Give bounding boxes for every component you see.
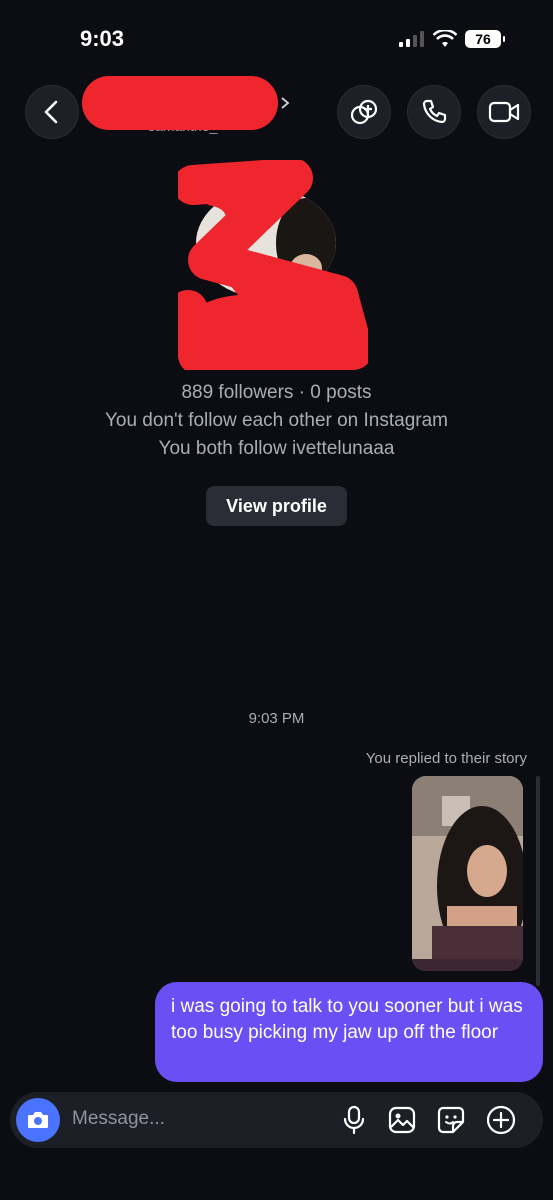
message-timestamp: 9:03 PM (248, 710, 305, 727)
profile-stats: 889 followers · 0 posts (181, 382, 372, 403)
video-camera-icon (488, 101, 520, 123)
microphone-icon (343, 1105, 365, 1135)
story-reply-label: You replied to their story (365, 750, 527, 767)
battery-indicator: 76 (465, 30, 505, 48)
chevron-right-icon[interactable] (280, 96, 290, 110)
sent-message-bubble[interactable]: i was going to talk to you sooner but i … (155, 982, 543, 1082)
phone-icon (422, 99, 447, 124)
voice-call-button[interactable] (407, 85, 461, 139)
add-people-button[interactable] (337, 85, 391, 139)
add-people-icon (350, 99, 378, 125)
camera-icon (28, 1112, 48, 1128)
message-input[interactable]: Message... (72, 1108, 165, 1130)
more-options-button[interactable] (484, 1103, 518, 1137)
cellular-signal-icon (399, 31, 424, 47)
sticker-button[interactable] (434, 1103, 468, 1137)
mutual-follow: You both follow ivettelunaaa (158, 438, 395, 459)
back-button[interactable] (25, 85, 79, 139)
wifi-icon (433, 30, 457, 47)
view-profile-button[interactable]: View profile (206, 486, 347, 526)
status-icons: 76 (399, 30, 505, 48)
status-time: 9:03 (80, 26, 125, 51)
scrollbar[interactable] (536, 776, 540, 986)
message-composer: Message... (10, 1092, 543, 1148)
avatar-redaction (178, 160, 368, 370)
gallery-button[interactable] (385, 1103, 419, 1137)
camera-button[interactable] (16, 1098, 60, 1142)
sticker-icon (437, 1106, 465, 1134)
chevron-left-icon (44, 100, 58, 124)
video-call-button[interactable] (477, 85, 531, 139)
gallery-icon (388, 1106, 416, 1134)
story-thumbnail[interactable] (412, 776, 523, 971)
follow-status: You don't follow each other on Instagram (104, 410, 449, 431)
story-photo (412, 776, 523, 971)
plus-circle-icon (486, 1105, 516, 1135)
username-redaction (82, 76, 278, 130)
microphone-button[interactable] (337, 1103, 371, 1137)
